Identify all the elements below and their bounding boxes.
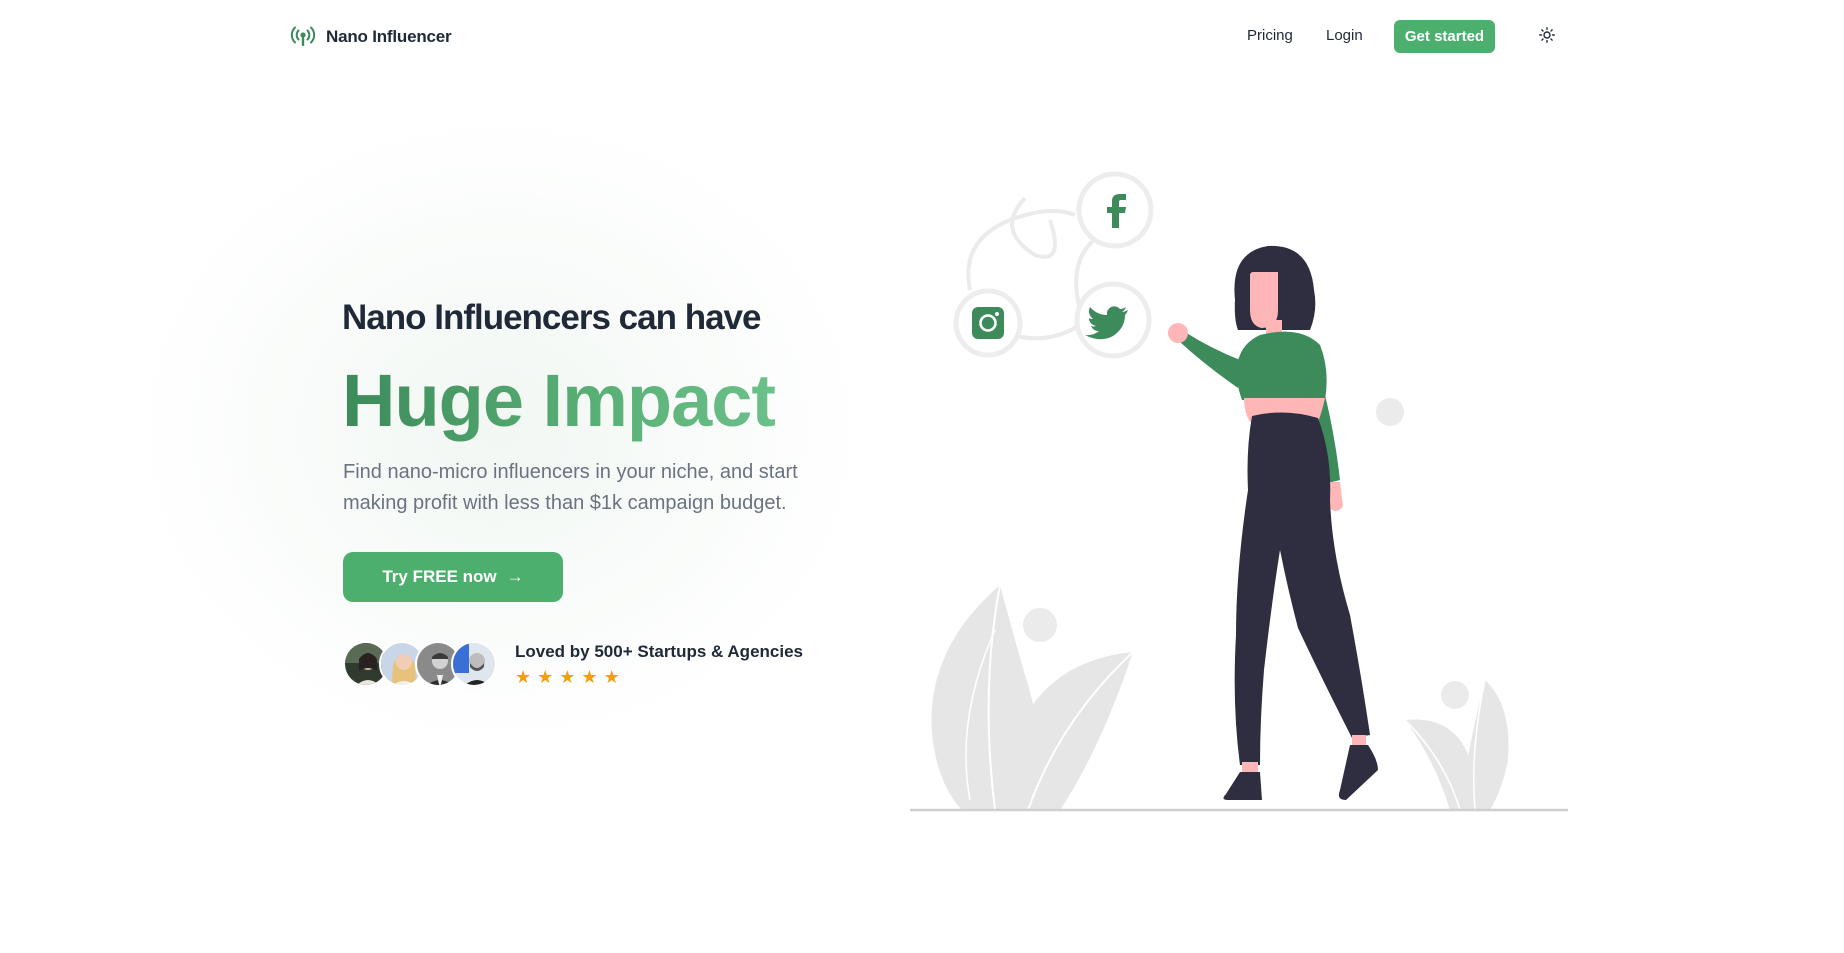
star-icon: ★	[581, 667, 598, 687]
facebook-icon	[1076, 171, 1154, 249]
instagram-icon	[953, 288, 1023, 358]
social-proof: Loved by 500+ Startups & Agencies ★ ★ ★ ★ ★	[343, 641, 803, 687]
try-free-label: Try FREE now	[382, 567, 497, 586]
theme-toggle-button[interactable]	[1536, 26, 1558, 48]
hero-description: Find nano-micro influencers in your nich…	[343, 461, 798, 514]
star-icon: ★	[559, 667, 576, 687]
hero-title: Huge Impact	[342, 359, 776, 442]
star-icon: ★	[603, 667, 620, 687]
woman-figure	[1168, 245, 1378, 800]
sun-icon	[1539, 26, 1555, 48]
social-proof-text-block: Loved by 500+ Startups & Agencies ★ ★ ★ ★ ★	[515, 642, 803, 686]
try-free-button[interactable]: Try FREE now →	[343, 552, 563, 602]
nav-link-pricing[interactable]: Pricing	[1247, 27, 1293, 44]
brand-logo[interactable]: Nano Influencer	[290, 24, 452, 50]
avatar	[451, 641, 497, 687]
nav-link-login[interactable]: Login	[1326, 27, 1363, 44]
social-proof-text: Loved by 500+ Startups & Agencies	[515, 642, 803, 661]
twitter-icon	[1074, 281, 1152, 359]
get-started-button[interactable]: Get started	[1394, 20, 1495, 53]
star-icon: ★	[515, 667, 532, 687]
star-icon: ★	[537, 667, 554, 687]
hero-illustration	[910, 171, 1568, 812]
brand-name: Nano Influencer	[326, 27, 452, 46]
hero-subtitle: Nano Influencers can have	[342, 298, 761, 337]
avatar-group	[343, 641, 497, 687]
broadcast-icon	[290, 24, 316, 50]
rating-stars: ★ ★ ★ ★ ★	[515, 668, 803, 686]
arrow-right-icon: →	[506, 567, 524, 586]
top-navbar: Nano Influencer Pricing Login Get starte…	[0, 0, 1844, 72]
